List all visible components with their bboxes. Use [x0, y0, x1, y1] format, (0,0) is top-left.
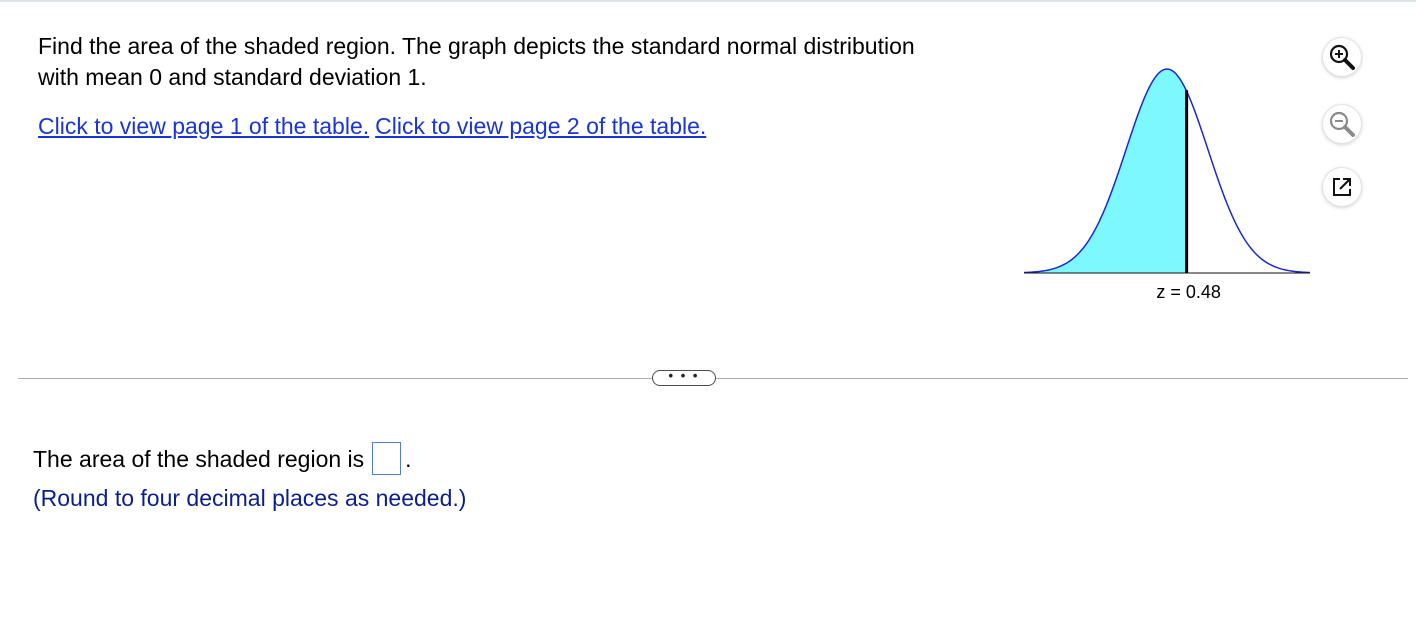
table-page-2-link[interactable]: Click to view page 2 of the table. [375, 113, 706, 139]
normal-distribution-graph: z = 0.48 [1023, 68, 1311, 302]
answer-input[interactable] [372, 442, 402, 475]
zoom-in-icon [1329, 44, 1355, 70]
popout-icon [1333, 178, 1351, 196]
answer-line: The area of the shaded region is . [33, 442, 412, 475]
top-border [0, 0, 1416, 2]
more-dots: • • • [668, 367, 700, 383]
table-page-1-link[interactable]: Click to view page 1 of the table. [38, 113, 369, 139]
table-links: Click to view page 1 of the table. Click … [38, 111, 706, 142]
question-text: Find the area of the shaded region. The … [38, 33, 915, 90]
popout-button[interactable] [1323, 168, 1361, 206]
zoom-out-icon [1329, 111, 1355, 137]
shaded-region [1024, 69, 1187, 273]
rounding-hint: (Round to four decimal places as needed.… [33, 485, 467, 511]
answer-prompt: The area of the shaded region is [33, 445, 365, 472]
show-more-button[interactable]: • • • [652, 367, 716, 386]
answer-period: . [405, 445, 412, 472]
question-page: Find the area of the shaded region. The … [0, 0, 1416, 638]
zoom-out-button[interactable] [1323, 105, 1361, 143]
z-value-label: z = 0.48 [1156, 282, 1221, 302]
zoom-in-button[interactable] [1323, 38, 1361, 76]
